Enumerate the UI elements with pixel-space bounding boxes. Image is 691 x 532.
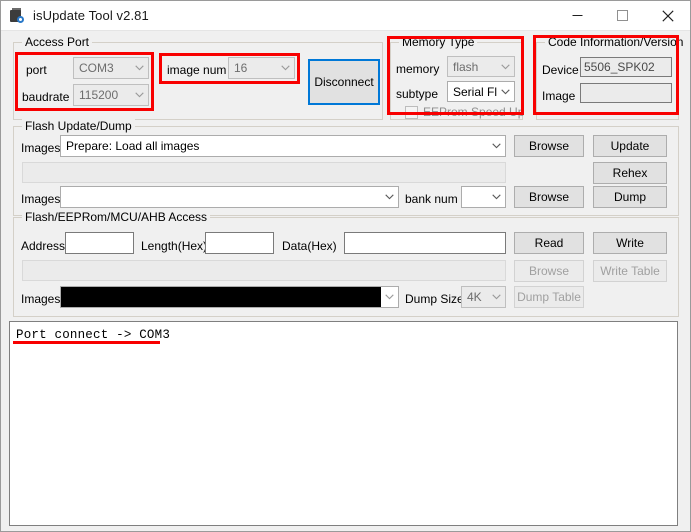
flash-images-dropdown-2[interactable]: [60, 186, 399, 208]
subtype-label: subtype: [396, 87, 439, 101]
chevron-down-icon: [497, 57, 514, 76]
update-button[interactable]: Update: [593, 135, 667, 157]
window-controls: [555, 1, 690, 30]
memory-value: flash: [453, 59, 479, 74]
bank-num-label: bank num: [405, 192, 458, 206]
baudrate-value: 115200: [79, 88, 119, 102]
memory-label: memory: [396, 62, 440, 76]
dump-label: Dump: [613, 190, 646, 204]
image-field: [580, 83, 672, 103]
access-images-label: Images: [21, 292, 61, 306]
write-button[interactable]: Write: [593, 232, 667, 254]
rehex-label: Rehex: [612, 166, 648, 180]
access-images-value: [61, 287, 381, 307]
flash-images-dropdown-1[interactable]: Prepare: Load all images: [60, 135, 506, 157]
address-label: Address: [21, 239, 66, 253]
access-path-field: [22, 260, 506, 281]
dump-size-value: 4K: [467, 290, 482, 304]
device-field: 5506_SPK02: [580, 57, 672, 77]
subtype-value: Serial Flas: [453, 84, 497, 99]
flash-images-value-1: Prepare: Load all images: [66, 139, 200, 153]
flash-browse-button-2[interactable]: Browse: [514, 186, 584, 208]
checkbox-box-icon: [405, 105, 418, 119]
chevron-down-icon: [381, 187, 398, 207]
image-label: Image: [542, 89, 576, 103]
length-input[interactable]: [205, 232, 274, 254]
dump-table-button: Dump Table: [514, 286, 584, 308]
group-flash-update-dump-legend: Flash Update/Dump: [22, 119, 135, 133]
access-browse-label: Browse: [528, 264, 569, 278]
chevron-down-icon: [381, 287, 398, 307]
read-label: Read: [534, 236, 564, 250]
data-label: Data(Hex): [282, 239, 337, 253]
read-button[interactable]: Read: [514, 232, 584, 254]
title-bar: isUpdate Tool v2.81: [1, 1, 690, 31]
disconnect-label: Disconnect: [314, 75, 374, 89]
write-label: Write: [616, 236, 644, 250]
access-browse-button: Browse: [514, 260, 584, 282]
dump-size-label: Dump Size: [405, 292, 464, 306]
annotation-underline-log: [13, 341, 160, 344]
group-memory-type-legend: Memory Type: [399, 35, 478, 49]
flash-path-field: [22, 162, 506, 183]
group-access-port-legend: Access Port: [22, 35, 93, 49]
image-num-label: image num: [167, 63, 227, 77]
log-line-1: Port connect -> COM3: [16, 328, 171, 342]
disconnect-button[interactable]: Disconnect: [308, 59, 380, 105]
main-content: Access Port port COM3 baudrate 115200 im…: [1, 31, 690, 531]
flash-images-label-1: Images: [21, 141, 61, 155]
subtype-dropdown[interactable]: Serial Flas: [447, 81, 515, 102]
flash-images-label-2: Images: [21, 192, 61, 206]
window-title: isUpdate Tool v2.81: [33, 8, 149, 23]
port-dropdown[interactable]: COM3: [73, 57, 149, 79]
data-input[interactable]: [344, 232, 506, 254]
minimize-icon[interactable]: [555, 1, 600, 30]
device-value: 5506_SPK02: [584, 60, 655, 74]
group-access-legend: Flash/EEPRom/MCU/AHB Access: [22, 210, 211, 224]
chevron-down-icon: [497, 82, 514, 101]
port-value: COM3: [79, 61, 114, 75]
chevron-down-icon: [488, 136, 505, 156]
bank-num-dropdown[interactable]: [461, 186, 506, 208]
access-images-dropdown[interactable]: [60, 286, 399, 308]
chevron-down-icon: [488, 287, 505, 307]
baudrate-dropdown[interactable]: 115200: [73, 84, 149, 106]
dump-table-label: Dump Table: [517, 290, 581, 304]
maximize-icon[interactable]: [600, 1, 645, 30]
baudrate-label: baudrate: [22, 90, 70, 104]
length-label: Length(Hex): [141, 239, 208, 253]
address-input[interactable]: [65, 232, 134, 254]
chevron-down-icon: [131, 58, 148, 78]
image-num-value: 16: [234, 61, 248, 75]
log-output-area[interactable]: Port connect -> COM3: [9, 321, 678, 526]
chevron-down-icon: [277, 58, 294, 78]
flash-browse-button-1[interactable]: Browse: [514, 135, 584, 157]
flash-browse-label-2: Browse: [528, 190, 569, 204]
flash-browse-label-1: Browse: [528, 139, 569, 153]
chevron-down-icon: [488, 187, 505, 207]
port-label: port: [26, 63, 47, 77]
image-num-dropdown[interactable]: 16: [228, 57, 295, 79]
chevron-down-icon: [131, 85, 148, 105]
write-table-label: Write Table: [600, 264, 660, 278]
memory-dropdown[interactable]: flash: [447, 56, 515, 77]
write-table-button: Write Table: [593, 260, 667, 282]
dump-size-dropdown[interactable]: 4K: [461, 286, 506, 308]
update-label: Update: [610, 139, 650, 153]
app-window: isUpdate Tool v2.81 Access Port port COM…: [0, 0, 691, 532]
dump-button[interactable]: Dump: [593, 186, 667, 208]
eeprom-speedup-checkbox[interactable]: EEProm Speed Up: [405, 105, 524, 119]
group-code-information: Code Information/Version: [536, 35, 687, 120]
rehex-button[interactable]: Rehex: [593, 162, 667, 184]
device-label: Device: [542, 63, 579, 77]
close-icon[interactable]: [645, 1, 690, 30]
eeprom-speedup-label: EEProm Speed Up: [423, 105, 525, 119]
group-code-information-legend: Code Information/Version: [545, 35, 687, 49]
app-logo-icon: [9, 7, 25, 24]
